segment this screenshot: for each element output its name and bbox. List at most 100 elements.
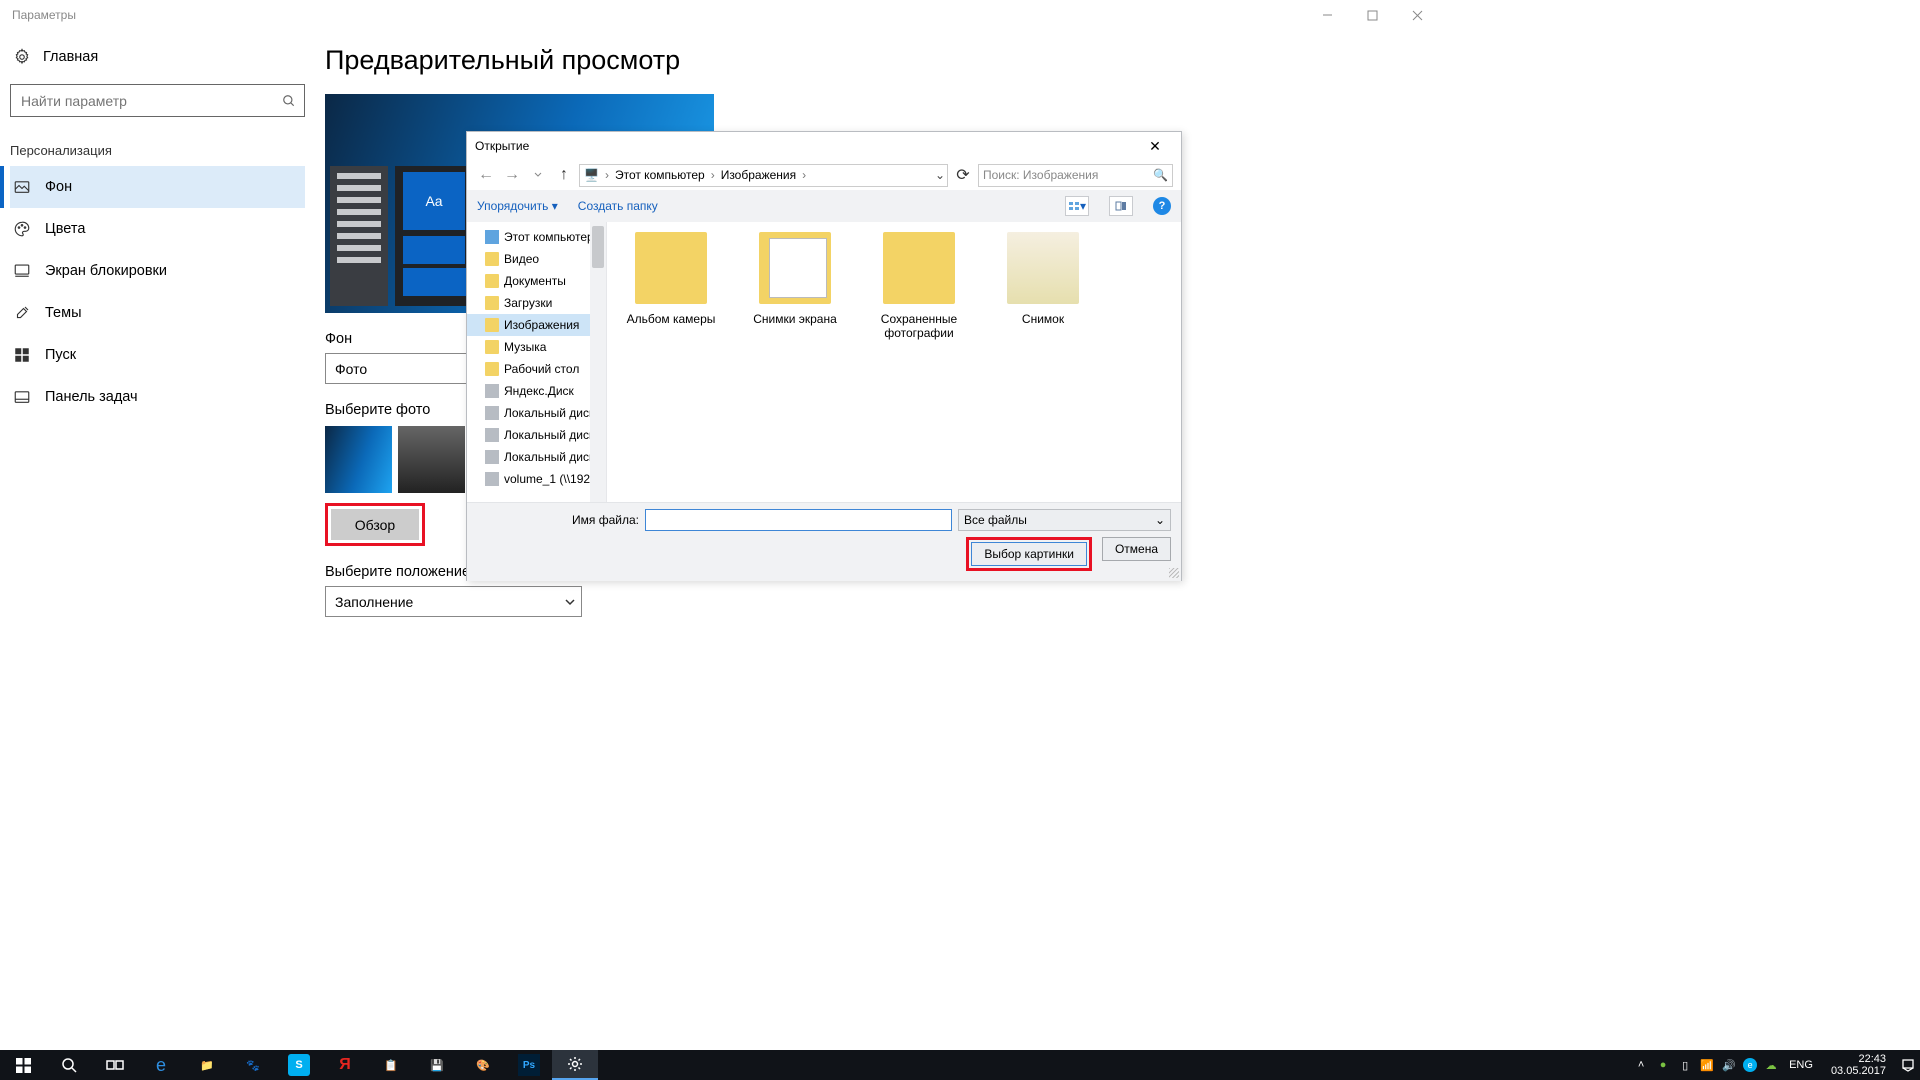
clock-time: 22:43 — [1831, 1053, 1886, 1065]
filetype-combo[interactable]: Все файлы ⌄ — [958, 509, 1171, 531]
search-settings[interactable] — [10, 84, 305, 117]
language-indicator[interactable]: ENG — [1785, 1059, 1817, 1071]
open-button[interactable]: Выбор картинки — [971, 542, 1087, 566]
nav-item-background[interactable]: Фон — [10, 166, 305, 208]
tree-item: Музыка — [467, 336, 606, 358]
help-button[interactable]: ? — [1153, 197, 1171, 215]
taskbar-app-skype[interactable]: S — [288, 1054, 310, 1076]
tray-icon[interactable]: ● — [1655, 1057, 1671, 1073]
taskbar[interactable]: e 📁 🐾 S Я 📋 💾 🎨 Ps ˄ ● ▯ 📶 🔊 e ☁ ENG 22:… — [0, 1050, 1920, 1080]
file-item[interactable]: Снимок — [995, 232, 1091, 326]
highlight-browse: Обзор — [325, 503, 425, 546]
tray-icon[interactable]: ▯ — [1677, 1057, 1693, 1073]
nav-item-themes[interactable]: Темы — [10, 292, 305, 334]
nav-item-colors[interactable]: Цвета — [10, 208, 305, 250]
chevron-down-icon[interactable]: ⌄ — [935, 168, 945, 182]
file-list[interactable]: Альбом камеры Снимки экрана Сохраненные … — [607, 222, 1181, 502]
tree-item: Этот компьютер — [467, 226, 606, 248]
new-folder-button[interactable]: Создать папку — [578, 199, 658, 213]
dialog-footer: Имя файла: Все файлы ⌄ Выбор картинки От… — [467, 502, 1181, 581]
filename-input[interactable] — [645, 509, 952, 531]
recent-button[interactable] — [527, 164, 549, 186]
tray-icon[interactable]: e — [1743, 1058, 1757, 1072]
browse-button[interactable]: Обзор — [331, 509, 419, 540]
tree-item: Рабочий стол — [467, 358, 606, 380]
start-button[interactable] — [0, 1050, 46, 1080]
brush-icon — [13, 304, 31, 322]
chevron-down-icon — [565, 597, 575, 607]
clock[interactable]: 22:43 03.05.2017 — [1823, 1053, 1894, 1077]
background-value: Фото — [335, 361, 367, 377]
preview-pane-button[interactable] — [1109, 196, 1133, 216]
taskbar-app-paint[interactable]: 🎨 — [460, 1050, 506, 1080]
tree-item: Локальный диск — [467, 446, 606, 468]
system-tray[interactable]: ˄ ● ▯ 📶 🔊 e ☁ ENG 22:43 03.05.2017 — [1633, 1053, 1920, 1077]
dialog-address-bar: ← → ↑ 🖥️› Этот компьютер› Изображения› ⌄… — [467, 160, 1181, 190]
taskbar-app[interactable]: 📋 — [368, 1050, 414, 1080]
window-titlebar: Параметры — [0, 0, 1440, 30]
tree-item: volume_1 (\\192 — [467, 468, 606, 490]
wifi-icon[interactable]: 📶 — [1699, 1057, 1715, 1073]
task-view-button[interactable] — [92, 1050, 138, 1080]
breadcrumb[interactable]: 🖥️› Этот компьютер› Изображения› ⌄ — [579, 164, 948, 187]
highlight-primary: Выбор картинки — [966, 537, 1092, 571]
home-button[interactable]: Главная — [10, 40, 305, 74]
dialog-search[interactable]: Поиск: Изображения 🔍 — [978, 164, 1173, 187]
search-icon: 🔍 — [1153, 168, 1168, 182]
close-button[interactable] — [1395, 0, 1440, 30]
nav-item-start[interactable]: Пуск — [10, 334, 305, 376]
view-mode-button[interactable]: ▾ — [1065, 196, 1089, 216]
tray-chevron-icon[interactable]: ˄ — [1633, 1057, 1649, 1073]
taskbar-app-settings[interactable] — [552, 1050, 598, 1080]
nav-label: Цвета — [45, 221, 85, 237]
search-placeholder: Поиск: Изображения — [983, 168, 1153, 182]
fit-value: Заполнение — [335, 594, 413, 610]
settings-sidebar: Главная Персонализация Фон Цвета Экран б… — [10, 40, 315, 617]
search-button[interactable] — [46, 1050, 92, 1080]
clock-date: 03.05.2017 — [1831, 1065, 1886, 1077]
file-item[interactable]: Альбом камеры — [623, 232, 719, 326]
taskbar-icon — [13, 388, 31, 406]
taskbar-app-edge[interactable]: e — [138, 1050, 184, 1080]
chevron-down-icon: ⌄ — [1155, 513, 1165, 527]
file-open-dialog: Открытие ✕ ← → ↑ 🖥️› Этот компьютер› Изо… — [466, 131, 1182, 581]
breadcrumb-item[interactable]: Изображения — [721, 168, 796, 182]
photo-thumb[interactable] — [325, 426, 392, 493]
window-title: Параметры — [12, 8, 76, 22]
tray-icon[interactable]: ☁ — [1763, 1057, 1779, 1073]
resize-grip[interactable] — [1169, 568, 1179, 578]
fit-combo[interactable]: Заполнение — [325, 586, 582, 617]
tree-item: Яндекс.Диск — [467, 380, 606, 402]
dialog-close-button[interactable]: ✕ — [1137, 138, 1173, 155]
taskbar-app[interactable]: 🐾 — [230, 1050, 276, 1080]
notifications-icon[interactable] — [1900, 1057, 1916, 1073]
nav-item-taskbar[interactable]: Панель задач — [10, 376, 305, 418]
file-item[interactable]: Снимки экрана — [747, 232, 843, 326]
maximize-button[interactable] — [1350, 0, 1395, 30]
minimize-button[interactable] — [1305, 0, 1350, 30]
search-input[interactable] — [21, 93, 282, 109]
folder-tree[interactable]: Этот компьютер Видео Документы Загрузки … — [467, 222, 607, 502]
tree-item: Документы — [467, 270, 606, 292]
taskbar-app-photoshop[interactable]: Ps — [518, 1054, 540, 1076]
home-label: Главная — [43, 49, 98, 65]
start-icon — [13, 346, 31, 364]
nav-item-lockscreen[interactable]: Экран блокировки — [10, 250, 305, 292]
taskbar-app-explorer[interactable]: 📁 — [184, 1050, 230, 1080]
breadcrumb-item[interactable]: Этот компьютер — [615, 168, 705, 182]
file-item[interactable]: Сохраненные фотографии — [871, 232, 967, 340]
forward-button[interactable]: → — [501, 164, 523, 186]
photo-thumb[interactable] — [398, 426, 465, 493]
taskbar-app[interactable]: 💾 — [414, 1050, 460, 1080]
organize-button[interactable]: Упорядочить ▾ — [477, 199, 558, 213]
back-button[interactable]: ← — [475, 164, 497, 186]
taskbar-app-yandex[interactable]: Я — [322, 1050, 368, 1080]
tree-item: Локальный диск — [467, 424, 606, 446]
filetype-value: Все файлы — [964, 513, 1027, 527]
volume-icon[interactable]: 🔊 — [1721, 1057, 1737, 1073]
picture-icon — [13, 178, 31, 196]
tree-scrollbar[interactable] — [590, 222, 606, 502]
refresh-button[interactable]: ⟳ — [952, 164, 974, 186]
cancel-button[interactable]: Отмена — [1102, 537, 1171, 561]
up-button[interactable]: ↑ — [553, 164, 575, 186]
